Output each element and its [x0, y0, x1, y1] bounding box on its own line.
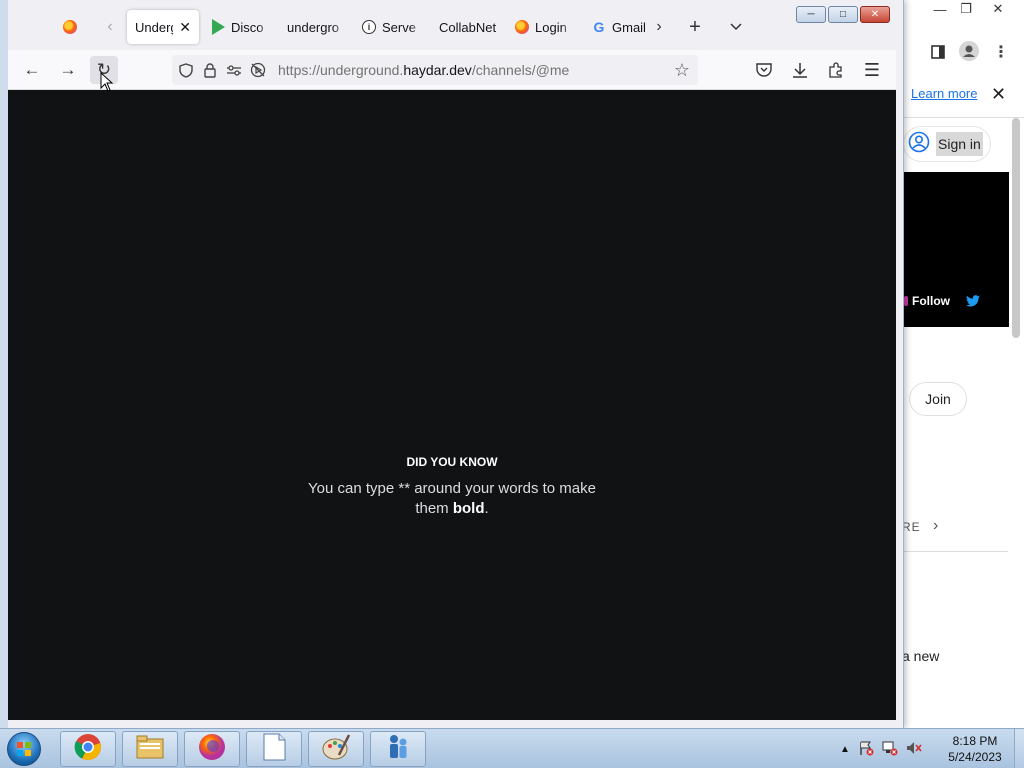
- text-snippet: a new: [902, 648, 940, 664]
- taskbar-chrome[interactable]: [60, 731, 116, 767]
- notepad-icon: [261, 733, 287, 766]
- join-button[interactable]: Join: [909, 382, 967, 416]
- bg-close-window-icon[interactable]: ✕: [982, 0, 1014, 18]
- google-icon: G: [593, 19, 605, 35]
- back-icon[interactable]: ←: [18, 56, 46, 84]
- divider: [904, 117, 1024, 118]
- scrollbar-thumb[interactable]: [1012, 118, 1020, 338]
- scroll-tabs-left-icon[interactable]: ‹: [98, 14, 122, 40]
- url-path: /channels/@me: [471, 62, 570, 78]
- clock-time: 8:18 PM: [952, 734, 998, 748]
- file-explorer-icon: [135, 734, 165, 765]
- play-store-icon: [212, 19, 225, 35]
- show-desktop-button[interactable]: [1014, 729, 1024, 768]
- tip-text-end: .: [484, 500, 489, 517]
- hamburger-menu-icon[interactable]: ☰: [858, 56, 886, 84]
- tab-underground[interactable]: Underg ✕: [127, 10, 199, 44]
- tab-discord-play[interactable]: Disco: [212, 10, 272, 44]
- navigation-toolbar: ← → ↻ https://underground.haydar.dev/cha…: [8, 50, 896, 90]
- twitter-icon[interactable]: [966, 294, 980, 310]
- tip-heading: DID YOU KNOW: [406, 455, 498, 469]
- tab-collabnet[interactable]: CollabNet: [439, 10, 505, 44]
- tracking-protection-shield-icon[interactable]: [174, 58, 198, 82]
- tab-gmail[interactable]: G Gmail: [592, 10, 652, 44]
- network-icon: [384, 733, 412, 766]
- learn-more-link[interactable]: Learn more: [911, 86, 977, 101]
- paint-icon: [321, 733, 351, 766]
- tab-login[interactable]: Login: [515, 10, 575, 44]
- chrome-icon: [74, 733, 102, 766]
- show-hidden-icons-icon[interactable]: ▲: [840, 744, 850, 755]
- tab-label: Underg: [135, 19, 173, 35]
- url-bar[interactable]: https://underground.haydar.dev/channels/…: [172, 55, 698, 85]
- tab-label: CollabNet: [439, 19, 497, 35]
- system-tray: ▲: [840, 729, 922, 768]
- list-all-tabs-icon[interactable]: [724, 14, 748, 40]
- chevron-right-icon[interactable]: ›: [933, 517, 938, 535]
- window-frame: [0, 0, 8, 728]
- sign-in-button[interactable]: Sign in: [903, 126, 991, 162]
- volume-muted-icon[interactable]: [906, 740, 922, 759]
- divider: [904, 551, 1008, 552]
- firefox-view-icon[interactable]: [58, 14, 82, 40]
- window-controls: ─ □ ✕: [796, 6, 890, 23]
- taskbar: ▲ 8:18 PM 5/24/2023: [0, 728, 1024, 768]
- url-text[interactable]: https://underground.haydar.dev/channels/…: [278, 62, 569, 78]
- taskbar-network[interactable]: [370, 731, 426, 767]
- bookmark-star-icon[interactable]: ☆: [670, 58, 694, 82]
- twitch-icon: [904, 296, 908, 306]
- clock[interactable]: 8:18 PM 5/24/2023: [940, 733, 1010, 765]
- forward-icon[interactable]: →: [54, 56, 82, 84]
- tab-label: undergro: [287, 19, 340, 35]
- clock-date: 5/24/2023: [948, 750, 1002, 764]
- tab-label: Gmail: [612, 19, 646, 35]
- lock-icon[interactable]: [198, 58, 222, 82]
- extensions-icon[interactable]: [822, 56, 850, 84]
- tab-underground-2[interactable]: undergro: [287, 10, 347, 44]
- kebab-menu-icon[interactable]: ⋮: [993, 42, 1009, 62]
- follow-button[interactable]: Follow: [904, 294, 950, 308]
- start-button[interactable]: [4, 730, 44, 768]
- close-icon[interactable]: ✕: [991, 84, 1006, 105]
- maximize-icon[interactable]: □: [828, 6, 858, 23]
- firefox-window: ‹ Underg ✕ Disco undergro i Serve Collab…: [0, 0, 904, 728]
- bg-restore-icon[interactable]: ❐: [950, 0, 982, 18]
- mouse-cursor-icon: [100, 71, 114, 97]
- new-tab-icon[interactable]: +: [683, 14, 707, 40]
- tab-bar: ‹ Underg ✕ Disco undergro i Serve Collab…: [8, 0, 896, 50]
- page-content: DID YOU KNOW You can type ** around your…: [8, 90, 896, 720]
- taskbar-file-explorer[interactable]: [122, 731, 178, 767]
- firefox-icon: [198, 733, 226, 766]
- taskbar-notepad[interactable]: [246, 731, 302, 767]
- close-tab-icon[interactable]: ✕: [179, 19, 191, 36]
- info-icon: i: [362, 20, 376, 34]
- section-label: RE: [902, 520, 921, 534]
- pocket-icon[interactable]: [750, 56, 778, 84]
- firefox-icon: [515, 20, 529, 34]
- tip-bold-word: bold: [452, 500, 485, 517]
- autoplay-blocked-icon[interactable]: [246, 58, 270, 82]
- profile-avatar-icon[interactable]: [958, 40, 980, 62]
- tip-text: You can type ** around your words to mak…: [292, 479, 612, 519]
- minimize-icon[interactable]: ─: [796, 6, 826, 23]
- taskbar-paint[interactable]: [308, 731, 364, 767]
- taskbar-firefox[interactable]: [184, 731, 240, 767]
- scroll-tabs-right-icon[interactable]: ›: [647, 14, 671, 40]
- network-status-icon[interactable]: [882, 740, 898, 759]
- tab-server[interactable]: i Serve: [362, 10, 424, 44]
- user-icon: [908, 131, 930, 158]
- url-host: haydar.dev: [403, 62, 472, 78]
- windows-logo-icon: [7, 732, 41, 766]
- action-center-flag-icon[interactable]: [858, 740, 874, 759]
- follow-label: Follow: [912, 294, 950, 308]
- downloads-icon[interactable]: [786, 56, 814, 84]
- sign-in-label: Sign in: [936, 132, 983, 156]
- sidebar-toggle-icon[interactable]: [928, 42, 948, 62]
- permissions-icon[interactable]: [222, 58, 246, 82]
- url-prefix: https://underground.: [278, 62, 404, 78]
- close-window-icon[interactable]: ✕: [860, 6, 890, 23]
